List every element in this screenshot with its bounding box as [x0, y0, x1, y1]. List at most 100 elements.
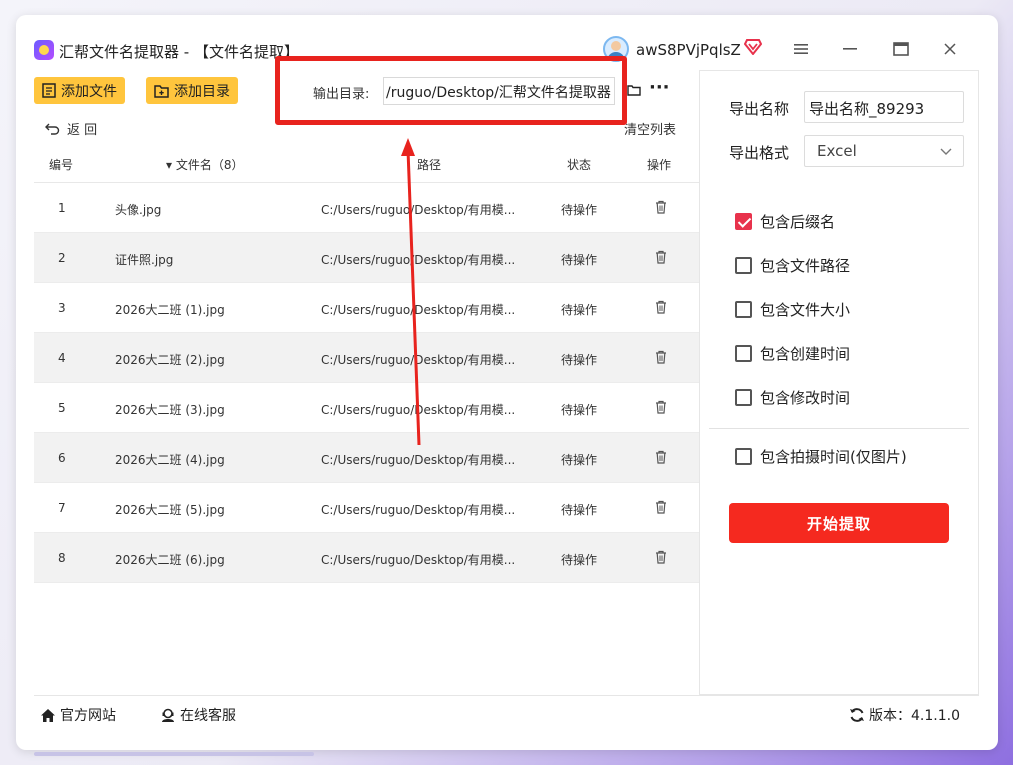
menu-icon[interactable]: [789, 37, 813, 61]
option-photo-time[interactable]: 包含拍摄时间(仅图片): [735, 446, 907, 466]
option-row[interactable]: 包含文件路径: [735, 255, 850, 275]
row-status: 待操作: [561, 353, 598, 367]
col-filename[interactable]: ▾ 文件名（8）: [166, 156, 243, 173]
official-website-label: 官方网站: [60, 708, 116, 724]
checkbox[interactable]: [735, 447, 752, 465]
online-support-link[interactable]: 在线客服: [160, 705, 236, 725]
option-row[interactable]: 包含后缀名: [735, 211, 835, 231]
back-button[interactable]: 返 回: [67, 119, 97, 138]
col-index: 编号: [49, 158, 74, 172]
official-website-link[interactable]: 官方网站: [40, 705, 116, 725]
trash-icon[interactable]: [655, 500, 667, 514]
title-bar: 汇帮文件名提取器 - 【文件名提取】 awS8PVjPqlsZ: [16, 15, 998, 71]
user-avatar[interactable]: [603, 36, 629, 62]
export-settings-panel: 导出名称 导出名称_89293 导出格式 Excel 包含后缀名 包含文件路径 包含…: [699, 70, 979, 695]
option-row[interactable]: 包含修改时间: [735, 387, 850, 407]
trash-icon[interactable]: [655, 550, 667, 564]
headset-icon: [162, 708, 174, 722]
table-row[interactable]: 8 2026大二班 (6).jpg C:/Users/ruguo/Desktop/有…: [34, 533, 699, 583]
online-support-label: 在线客服: [180, 708, 236, 724]
table-row[interactable]: 5 2026大二班 (3).jpg C:/Users/ruguo/Desktop/有…: [34, 383, 699, 433]
file-list-icon: [42, 83, 56, 98]
row-index: 6: [58, 451, 66, 465]
version-label: 版本：4.1.1.0: [869, 708, 960, 724]
close-icon[interactable]: [938, 37, 962, 61]
output-dir-field[interactable]: /ruguo/Desktop/汇帮文件名提取器: [383, 77, 615, 105]
export-name-label: 导出名称: [729, 100, 790, 118]
col-status: 状态: [567, 158, 592, 172]
checkbox[interactable]: [735, 212, 752, 230]
app-title: 汇帮文件名提取器 - 【文件名提取】: [59, 43, 299, 61]
table-row[interactable]: 2 证件照.jpg C:/Users/ruguo/Desktop/有用模... 待操作: [34, 233, 699, 283]
option-row[interactable]: 包含文件大小: [735, 299, 850, 319]
option-row[interactable]: 包含创建时间: [735, 343, 850, 363]
folder-open-icon[interactable]: [627, 83, 641, 97]
row-index: 7: [58, 501, 66, 515]
trash-icon[interactable]: [655, 450, 667, 464]
checkbox[interactable]: [735, 256, 752, 274]
footer-divider: [34, 695, 979, 696]
clear-list-button[interactable]: 清空列表: [624, 119, 676, 138]
option-label: 包含文件路径: [760, 256, 851, 275]
refresh-icon: [850, 708, 864, 722]
add-file-label: 添加文件: [61, 83, 117, 100]
panel-divider: [709, 428, 969, 429]
row-filename: 证件照.jpg: [115, 253, 174, 267]
trash-icon[interactable]: [655, 350, 667, 364]
row-path: C:/Users/ruguo/Desktop/有用模...: [321, 203, 516, 217]
checkbox[interactable]: [735, 344, 752, 362]
row-path: C:/Users/ruguo/Desktop/有用模...: [321, 403, 516, 417]
row-filename: 2026大二班 (6).jpg: [115, 553, 225, 567]
row-filename: 2026大二班 (2).jpg: [115, 353, 225, 367]
table-row[interactable]: 4 2026大二班 (2).jpg C:/Users/ruguo/Desktop/有…: [34, 333, 699, 383]
checkbox[interactable]: [735, 300, 752, 318]
minimize-icon[interactable]: [838, 37, 862, 61]
row-filename: 2026大二班 (5).jpg: [115, 503, 225, 517]
row-index: 4: [58, 351, 66, 365]
row-status: 待操作: [561, 403, 598, 417]
username[interactable]: awS8PVjPqlsZ: [636, 41, 741, 59]
row-index: 3: [58, 301, 66, 315]
start-extract-button[interactable]: 开始提取: [729, 503, 949, 543]
trash-icon[interactable]: [655, 300, 667, 314]
option-label: 包含后缀名: [760, 212, 836, 231]
table-row[interactable]: 6 2026大二班 (4).jpg C:/Users/ruguo/Desktop/有…: [34, 433, 699, 483]
row-status: 待操作: [561, 503, 598, 517]
export-format-label: 导出格式: [729, 144, 790, 162]
trash-icon[interactable]: [655, 400, 667, 414]
row-path: C:/Users/ruguo/Desktop/有用模...: [321, 303, 516, 317]
file-table: 编号 ▾ 文件名（8） 路径 状态 操作 1 头像.jpg C:/Users/rug…: [34, 143, 699, 695]
row-index: 2: [58, 251, 66, 265]
trash-icon[interactable]: [655, 200, 667, 214]
option-label: 包含创建时间: [760, 344, 851, 363]
row-filename: 头像.jpg: [115, 203, 162, 217]
row-path: C:/Users/ruguo/Desktop/有用模...: [321, 553, 516, 567]
row-status: 待操作: [561, 203, 598, 217]
row-path: C:/Users/ruguo/Desktop/有用模...: [321, 503, 516, 517]
home-icon: [41, 708, 55, 722]
col-path: 路径: [417, 158, 442, 172]
add-directory-button[interactable]: 添加目录: [146, 77, 238, 104]
add-file-button[interactable]: 添加文件: [34, 77, 125, 104]
table-row[interactable]: 7 2026大二班 (5).jpg C:/Users/ruguo/Desktop/有…: [34, 483, 699, 533]
row-path: C:/Users/ruguo/Desktop/有用模...: [321, 253, 516, 267]
row-path: C:/Users/ruguo/Desktop/有用模...: [321, 353, 516, 367]
row-path: C:/Users/ruguo/Desktop/有用模...: [321, 453, 516, 467]
app-window: 汇帮文件名提取器 - 【文件名提取】 awS8PVjPqlsZ 添加文件 添加目…: [16, 15, 998, 750]
maximize-icon[interactable]: [889, 37, 913, 61]
col-action: 操作: [647, 158, 672, 172]
table-row[interactable]: 1 头像.jpg C:/Users/ruguo/Desktop/有用模... 待操作: [34, 183, 699, 233]
back-arrow-icon[interactable]: [44, 120, 60, 136]
trash-icon[interactable]: [655, 250, 667, 264]
version-info[interactable]: 版本：4.1.1.0: [849, 705, 960, 725]
table-header: 编号 ▾ 文件名（8） 路径 状态 操作: [34, 143, 699, 183]
row-status: 待操作: [561, 253, 598, 267]
export-name-field[interactable]: 导出名称_89293: [804, 91, 964, 123]
row-index: 1: [58, 201, 66, 215]
scrollbar-thumb[interactable]: [34, 752, 314, 756]
vip-diamond-icon[interactable]: [744, 39, 762, 55]
more-options-icon[interactable]: ···: [649, 77, 670, 98]
checkbox[interactable]: [735, 388, 752, 406]
table-row[interactable]: 3 2026大二班 (1).jpg C:/Users/ruguo/Desktop/有…: [34, 283, 699, 333]
row-status: 待操作: [561, 303, 598, 317]
